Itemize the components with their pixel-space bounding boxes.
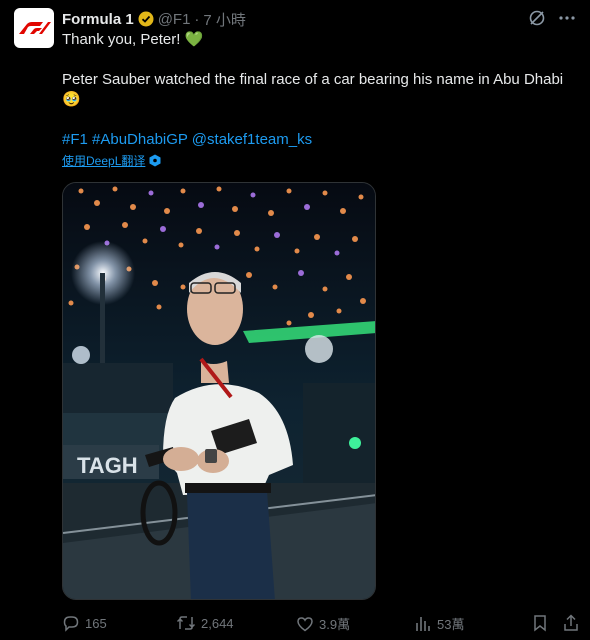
author-handle[interactable]: @F1 xyxy=(158,11,191,28)
like-button[interactable]: 3.9萬 xyxy=(296,614,350,633)
views-button[interactable]: 53萬 xyxy=(414,614,464,633)
like-count: 3.9萬 xyxy=(319,617,351,632)
post-photo[interactable]: TAGH xyxy=(62,182,376,600)
reply-button[interactable]: 165 xyxy=(62,614,107,632)
heart-icon xyxy=(297,616,313,631)
repost-icon xyxy=(176,616,196,630)
post-line-1: Thank you, Peter! 💚 xyxy=(62,31,204,48)
reply-count: 165 xyxy=(85,615,107,631)
post-line-2: Peter Sauber watched the final race of a… xyxy=(62,71,564,88)
photo-scene: TAGH xyxy=(63,183,375,599)
translate-label[interactable]: 使用DeepL翻译 xyxy=(62,152,145,169)
views-icon xyxy=(416,616,430,631)
grok-icon[interactable] xyxy=(528,9,546,31)
separator: · xyxy=(194,10,200,28)
post-text: Thank you, Peter! 💚 Peter Sauber watched… xyxy=(62,30,577,150)
verified-badge-icon xyxy=(138,11,154,27)
post-header: Formula 1 @F1 · 7 小時 xyxy=(62,9,576,29)
f1-logo-icon xyxy=(19,22,51,34)
reply-icon xyxy=(63,616,79,632)
deepl-icon xyxy=(149,154,161,167)
repost-button[interactable]: 2,644 xyxy=(176,614,234,632)
bookmark-button[interactable] xyxy=(532,614,548,632)
repost-count: 2,644 xyxy=(201,615,234,631)
view-count: 53萬 xyxy=(437,617,465,632)
more-options-icon[interactable] xyxy=(558,9,576,31)
share-button[interactable] xyxy=(562,614,580,632)
action-bar: 165 2,644 3.9萬 53萬 xyxy=(62,614,582,634)
post-emoji: 🥹 xyxy=(62,91,81,108)
author-name[interactable]: Formula 1 xyxy=(62,11,134,28)
avatar[interactable] xyxy=(14,8,54,48)
bookmark-icon xyxy=(534,615,546,632)
sign-text: TAGH xyxy=(77,453,138,478)
translate-link[interactable]: 使用DeepL翻译 xyxy=(62,152,161,169)
post-hashtags[interactable]: #F1 #AbuDhabiGP @stakef1team_ks xyxy=(62,130,577,150)
share-icon xyxy=(564,614,578,631)
post-time[interactable]: 7 小時 xyxy=(203,9,246,30)
